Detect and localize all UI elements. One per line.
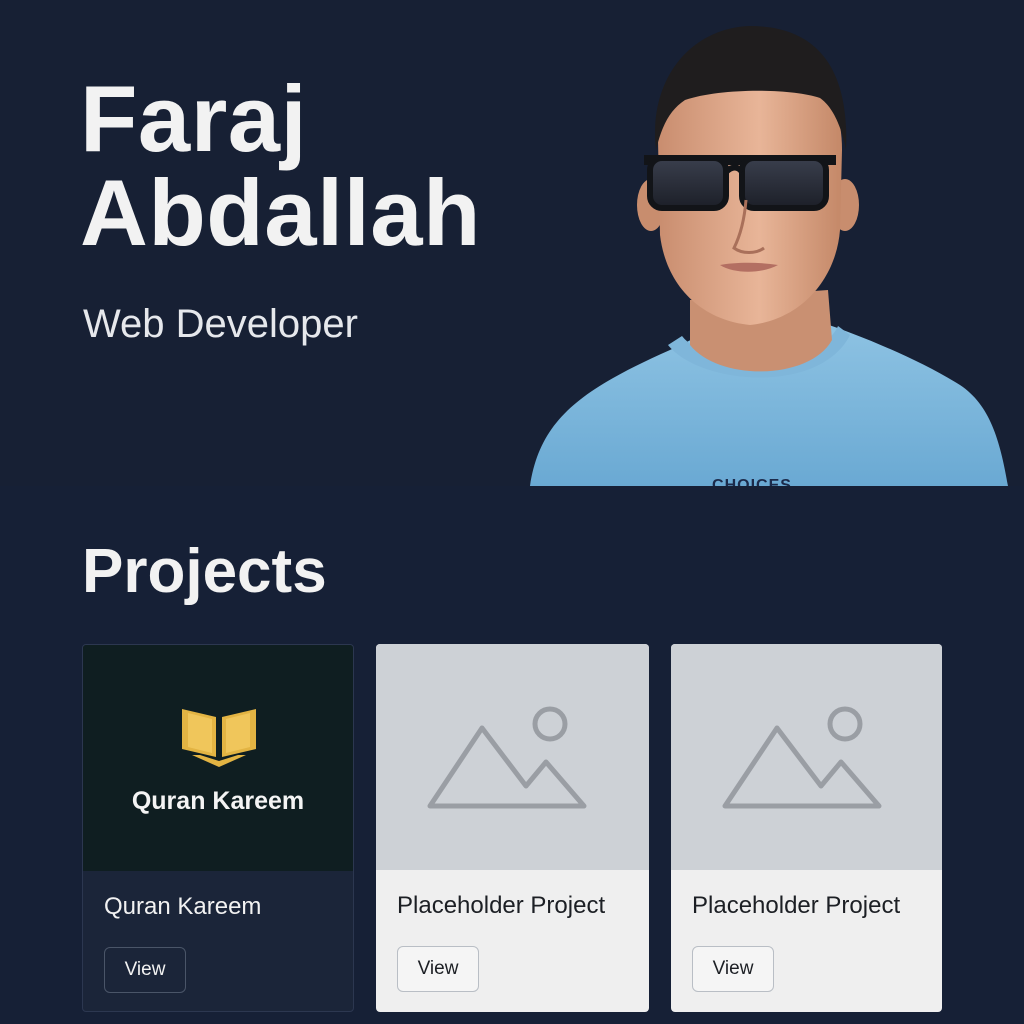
hero-first-name: Faraj (80, 66, 308, 171)
project-card-quran-kareem[interactable]: Quran Kareem Quran Kareem View (82, 644, 354, 1012)
thumbnail-label: Quran Kareem (131, 787, 305, 815)
profile-photo: CHOICES (520, 0, 1024, 486)
project-thumbnail (671, 644, 942, 870)
image-placeholder-icon (721, 706, 883, 815)
view-button[interactable]: View (692, 946, 774, 992)
project-thumbnail (376, 644, 649, 870)
hero-section: Faraj Abdallah Web Developer CHOICES (0, 0, 1024, 486)
open-book-icon (178, 705, 260, 774)
projects-heading: Projects (82, 537, 327, 606)
project-title: Placeholder Project (692, 892, 901, 919)
svg-text:CHOICES: CHOICES (712, 477, 792, 486)
image-placeholder-icon (426, 706, 588, 815)
project-thumbnail: Quran Kareem (83, 645, 353, 871)
project-card-placeholder-2[interactable]: Placeholder Project View (671, 644, 942, 1012)
portfolio-page: Faraj Abdallah Web Developer CHOICES Pro… (0, 0, 1024, 1024)
hero-name: Faraj Abdallah (80, 72, 481, 260)
hero-role: Web Developer (83, 302, 358, 346)
view-button[interactable]: View (104, 947, 186, 993)
view-button[interactable]: View (397, 946, 479, 992)
project-title: Placeholder Project (397, 892, 606, 919)
project-card-placeholder-1[interactable]: Placeholder Project View (376, 644, 649, 1012)
hero-last-name: Abdallah (80, 160, 481, 265)
project-title: Quran Kareem (104, 893, 262, 920)
